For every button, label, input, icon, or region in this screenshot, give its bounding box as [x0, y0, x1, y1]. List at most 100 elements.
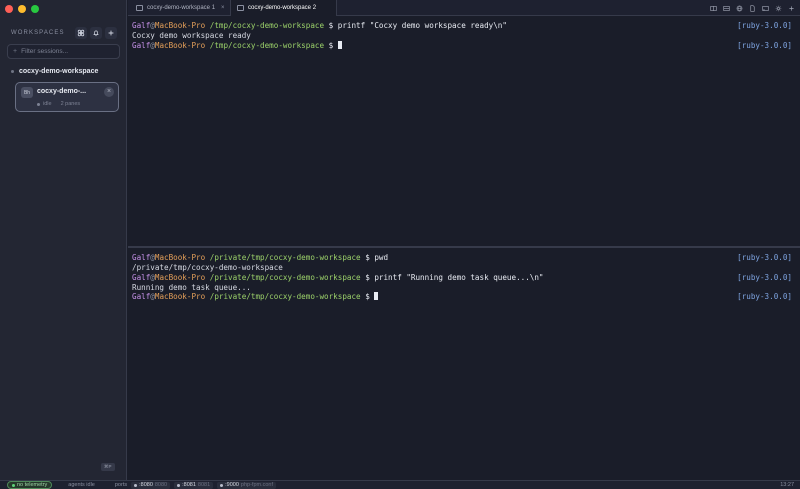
command-icon[interactable]	[75, 27, 87, 39]
terminal-pane-2[interactable]: Galf@MacBook-Pro /private/tmp/cocxy-demo…	[128, 248, 800, 478]
prompt-user: Galf	[132, 41, 151, 50]
prompt-user: Galf	[132, 292, 151, 301]
prompt-symbol: $	[360, 292, 375, 301]
prompt-user: Galf	[132, 273, 151, 282]
bell-icon[interactable]	[90, 27, 102, 39]
session-card[interactable]: Bh cocxy-demo-... × idle 2 panes	[15, 82, 119, 112]
prompt-host: MacBook-Pro	[154, 292, 206, 301]
split-horizontal-icon[interactable]	[722, 4, 730, 12]
ruby-version: [ruby-3.0.0]	[737, 253, 792, 262]
terminal-pane-1[interactable]: Galf@MacBook-Pro /tmp/cocxy-demo-workspa…	[128, 17, 800, 246]
command-text: printf "Running demo task queue...\n"	[374, 273, 544, 282]
prompt-path: /private/tmp/cocxy-demo-workspace	[205, 253, 361, 262]
terminal-line: Galf@MacBook-Pro /tmp/cocxy-demo-workspa…	[132, 41, 792, 51]
bullet-icon	[11, 70, 14, 73]
port-dot-icon	[134, 483, 138, 487]
telemetry-label: no telemetry	[17, 482, 48, 488]
workspace-group-label: cocxy-demo-workspace	[19, 68, 99, 75]
session-status: idle	[43, 101, 52, 107]
shortcut-badge: ⌘P	[101, 463, 115, 471]
terminal-icon	[136, 5, 143, 11]
globe-icon[interactable]	[735, 4, 743, 12]
terminal-icon	[237, 5, 244, 11]
port-dot-icon	[177, 483, 181, 487]
output-text: /private/tmp/cocxy-demo-workspace	[132, 263, 283, 272]
port-name: :8081	[182, 482, 196, 488]
port-value: 8081	[197, 482, 211, 488]
prompt-symbol: $	[360, 253, 375, 262]
filter-sessions-input[interactable]	[21, 48, 112, 55]
tab-label: cocxy-demo-workspace 1	[147, 5, 216, 11]
status-bar: no telemetry agents idle ports :8080 8080…	[0, 480, 800, 489]
tab-label: cocxy-demo-workspace 2	[248, 5, 317, 11]
terminal-line: Galf@MacBook-Pro /tmp/cocxy-demo-workspa…	[132, 21, 792, 31]
prompt-path: /tmp/cocxy-demo-workspace	[205, 41, 325, 50]
terminal-line: Galf@MacBook-Pro /private/tmp/cocxy-demo…	[132, 292, 792, 302]
clock: 13:27	[780, 482, 794, 488]
prompt-user: Galf	[132, 21, 151, 30]
prompt-host: MacBook-Pro	[154, 273, 206, 282]
session-panes: 2 panes	[60, 101, 81, 107]
close-session-icon[interactable]: ×	[104, 87, 114, 97]
plus-icon: +	[13, 48, 18, 55]
settings-icon[interactable]	[774, 4, 782, 12]
tab-bar: cocxy-demo-workspace 1 × cocxy-demo-work…	[128, 0, 800, 16]
prompt-host: MacBook-Pro	[154, 253, 206, 262]
port-dot-icon	[220, 483, 224, 487]
zoom-window-button[interactable]	[31, 5, 39, 13]
port-badge[interactable]: :8081 8081	[174, 481, 214, 489]
close-window-button[interactable]	[5, 5, 13, 13]
session-meta: idle 2 panes	[37, 101, 80, 107]
port-badge[interactable]: :9000 php-fpm.conf	[217, 481, 277, 489]
prompt-path: /tmp/cocxy-demo-workspace	[205, 21, 325, 30]
workspaces-header: WORKSPACES	[11, 26, 117, 40]
minimize-window-button[interactable]	[18, 5, 26, 13]
prompt-user: Galf	[132, 253, 151, 262]
tab-workspace-1[interactable]: cocxy-demo-workspace 1 ×	[130, 0, 231, 16]
document-icon[interactable]	[748, 4, 756, 12]
prompt-path: /private/tmp/cocxy-demo-workspace	[205, 273, 361, 282]
panel-icon[interactable]	[761, 4, 769, 12]
add-tab-icon[interactable]	[787, 4, 795, 12]
ruby-version: [ruby-3.0.0]	[737, 292, 792, 301]
toolbar-icons	[709, 0, 800, 16]
window-controls	[5, 5, 39, 13]
terminal-line: Galf@MacBook-Pro /private/tmp/cocxy-demo…	[132, 273, 792, 283]
output-text: Running demo task queue...	[132, 283, 251, 292]
port-value: php-fpm.conf	[240, 482, 274, 488]
terminal-line: Galf@MacBook-Pro /private/tmp/cocxy-demo…	[132, 253, 792, 263]
telemetry-badge[interactable]: no telemetry	[7, 481, 53, 489]
status-dot-icon	[12, 483, 15, 487]
terminal-cursor	[374, 292, 379, 300]
prompt-symbol: $	[360, 273, 375, 282]
ports-label: ports	[114, 482, 128, 488]
prompt-host: MacBook-Pro	[154, 21, 206, 30]
port-name: :8080	[139, 482, 153, 488]
ruby-version: [ruby-3.0.0]	[737, 21, 792, 30]
add-workspace-icon[interactable]	[105, 27, 117, 39]
filter-sessions-field[interactable]: +	[7, 44, 120, 59]
prompt-host: MacBook-Pro	[154, 41, 206, 50]
workspaces-title: WORKSPACES	[11, 30, 65, 36]
agents-status: agents idle	[68, 482, 95, 488]
command-text: printf "Cocxy demo workspace ready\n"	[337, 21, 507, 30]
port-name: :9000	[225, 482, 239, 488]
output-text: Cocxy demo workspace ready	[132, 31, 251, 40]
status-dot-icon	[37, 102, 40, 106]
prompt-path: /private/tmp/cocxy-demo-workspace	[205, 292, 361, 301]
prompt-symbol: $	[324, 21, 338, 30]
session-title: cocxy-demo-...	[37, 88, 87, 95]
prompt-symbol: $	[324, 41, 338, 50]
ruby-version: [ruby-3.0.0]	[737, 41, 792, 50]
workspace-group[interactable]: cocxy-demo-workspace	[11, 68, 98, 75]
ruby-version: [ruby-3.0.0]	[737, 273, 792, 282]
tab-workspace-2[interactable]: cocxy-demo-workspace 2	[231, 0, 337, 16]
terminal-output: Cocxy demo workspace ready	[132, 31, 792, 41]
split-vertical-icon[interactable]	[709, 4, 717, 12]
terminal-thumb-icon: Bh	[21, 87, 33, 98]
port-badge[interactable]: :8080 8080	[131, 481, 171, 489]
port-value: 8080	[154, 482, 168, 488]
command-text: pwd	[374, 253, 389, 262]
close-tab-icon[interactable]: ×	[221, 5, 225, 11]
terminal-cursor	[337, 41, 342, 49]
